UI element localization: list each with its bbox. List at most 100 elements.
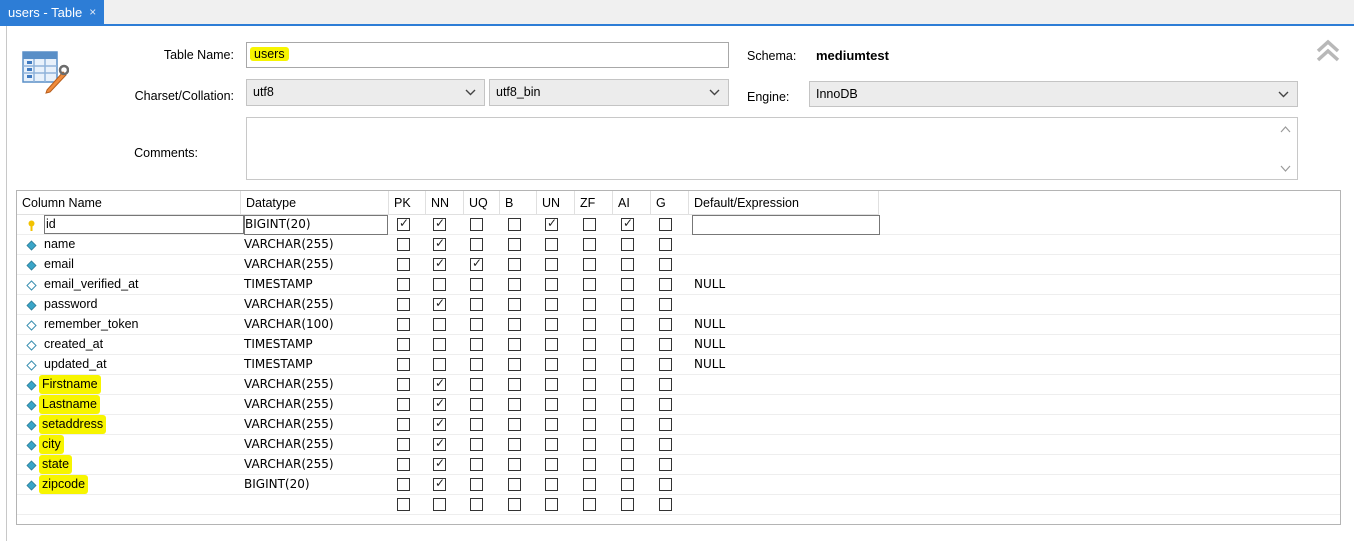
ai-checkbox[interactable] (621, 398, 634, 411)
scroll-up-icon[interactable] (1280, 125, 1291, 133)
b-checkbox[interactable] (508, 478, 521, 491)
zf-checkbox[interactable] (583, 438, 596, 451)
g-checkbox[interactable] (659, 358, 672, 371)
default-expression-cell[interactable] (694, 295, 884, 315)
charset-select[interactable]: utf8 (246, 79, 485, 106)
datatype-cell[interactable]: VARCHAR(255) (244, 235, 388, 255)
nn-checkbox[interactable] (433, 358, 446, 371)
ai-header[interactable]: AI (613, 191, 651, 215)
nn-checkbox[interactable] (433, 498, 446, 511)
nn-checkbox[interactable]: ✓ (433, 416, 446, 431)
un-checkbox[interactable] (545, 498, 558, 511)
default-expression-cell[interactable] (694, 375, 884, 395)
pk-checkbox[interactable] (397, 358, 410, 371)
ai-checkbox[interactable] (621, 378, 634, 391)
column-name-cell[interactable]: city (17, 435, 241, 455)
zf-checkbox[interactable] (583, 318, 596, 331)
zf-checkbox[interactable] (583, 498, 596, 511)
nn-checkbox[interactable] (433, 278, 446, 291)
datatype-cell[interactable]: VARCHAR(255) (244, 455, 388, 475)
nn-checkbox[interactable]: ✓ (433, 396, 446, 411)
engine-select[interactable]: InnoDB (809, 81, 1298, 107)
zf-checkbox[interactable] (583, 398, 596, 411)
datatype-cell[interactable]: TIMESTAMP (244, 355, 388, 375)
datatype-cell[interactable]: VARCHAR(255) (244, 295, 388, 315)
ai-checkbox[interactable] (621, 478, 634, 491)
zf-checkbox[interactable] (583, 298, 596, 311)
g-checkbox[interactable] (659, 238, 672, 251)
zf-checkbox[interactable] (583, 378, 596, 391)
default-expression-cell[interactable]: NULL (694, 335, 884, 355)
nn-checkbox[interactable]: ✓ (433, 216, 446, 231)
g-header[interactable]: G (651, 191, 689, 215)
pk-checkbox[interactable] (397, 418, 410, 431)
table-row[interactable]: city VARCHAR(255) ✓ (17, 435, 1340, 455)
uq-checkbox[interactable] (470, 238, 483, 251)
uq-checkbox[interactable] (470, 398, 483, 411)
un-checkbox[interactable] (545, 398, 558, 411)
b-checkbox[interactable] (508, 378, 521, 391)
g-checkbox[interactable] (659, 438, 672, 451)
b-checkbox[interactable] (508, 318, 521, 331)
zf-checkbox[interactable] (583, 238, 596, 251)
un-checkbox[interactable] (545, 338, 558, 351)
ai-checkbox[interactable] (621, 438, 634, 451)
un-checkbox[interactable] (545, 358, 558, 371)
g-checkbox[interactable] (659, 378, 672, 391)
un-checkbox[interactable] (545, 458, 558, 471)
table-row[interactable]: remember_token VARCHAR(100) NULL (17, 315, 1340, 335)
pk-checkbox[interactable] (397, 458, 410, 471)
b-checkbox[interactable] (508, 458, 521, 471)
un-header[interactable]: UN (537, 191, 575, 215)
pk-header[interactable]: PK (389, 191, 426, 215)
b-checkbox[interactable] (508, 358, 521, 371)
uq-checkbox[interactable] (470, 378, 483, 391)
column-name-cell[interactable]: state (17, 455, 241, 475)
comments-textarea[interactable] (246, 117, 1298, 180)
ai-checkbox[interactable] (621, 458, 634, 471)
nn-checkbox[interactable]: ✓ (433, 476, 446, 491)
table-row[interactable]: state VARCHAR(255) ✓ (17, 455, 1340, 475)
b-checkbox[interactable] (508, 398, 521, 411)
uq-checkbox[interactable] (470, 318, 483, 331)
default-expression-cell[interactable] (694, 475, 884, 495)
column-name-cell[interactable]: updated_at (17, 355, 241, 375)
datatype-cell[interactable]: VARCHAR(255) (244, 395, 388, 415)
table-row[interactable]: updated_at TIMESTAMP NULL (17, 355, 1340, 375)
pk-checkbox[interactable] (397, 498, 410, 511)
b-checkbox[interactable] (508, 238, 521, 251)
pk-checkbox[interactable] (397, 298, 410, 311)
un-checkbox[interactable] (545, 418, 558, 431)
pk-checkbox[interactable] (397, 238, 410, 251)
zf-header[interactable]: ZF (575, 191, 613, 215)
default-expression-cell[interactable]: NULL (694, 355, 884, 375)
collation-select[interactable]: utf8_bin (489, 79, 729, 106)
nn-checkbox[interactable]: ✓ (433, 436, 446, 451)
pk-checkbox[interactable] (397, 258, 410, 271)
datatype-cell[interactable]: VARCHAR(255) (244, 415, 388, 435)
uq-header[interactable]: UQ (464, 191, 500, 215)
g-checkbox[interactable] (659, 498, 672, 511)
table-row[interactable]: password VARCHAR(255) ✓ (17, 295, 1340, 315)
table-row[interactable]: Lastname VARCHAR(255) ✓ (17, 395, 1340, 415)
table-row[interactable]: created_at TIMESTAMP NULL (17, 335, 1340, 355)
nn-checkbox[interactable] (433, 318, 446, 331)
g-checkbox[interactable] (659, 418, 672, 431)
g-checkbox[interactable] (659, 258, 672, 271)
ai-checkbox[interactable] (621, 338, 634, 351)
pk-checkbox[interactable]: ✓ (397, 216, 410, 231)
un-checkbox[interactable] (545, 298, 558, 311)
close-tab-icon[interactable]: × (89, 5, 96, 19)
ai-checkbox[interactable] (621, 238, 634, 251)
datatype-cell[interactable]: VARCHAR(255) (244, 255, 388, 275)
tab-users-table[interactable]: users - Table × (0, 0, 105, 24)
table-row[interactable]: Firstname VARCHAR(255) ✓ (17, 375, 1340, 395)
ai-checkbox[interactable] (621, 258, 634, 271)
ai-checkbox[interactable] (621, 278, 634, 291)
double-chevron-up-icon[interactable] (1315, 38, 1341, 64)
b-checkbox[interactable] (508, 218, 521, 231)
pk-checkbox[interactable] (397, 438, 410, 451)
datatype-header[interactable]: Datatype (241, 191, 389, 215)
datatype-cell[interactable]: BIGINT(20) (244, 475, 388, 495)
uq-checkbox[interactable] (470, 278, 483, 291)
